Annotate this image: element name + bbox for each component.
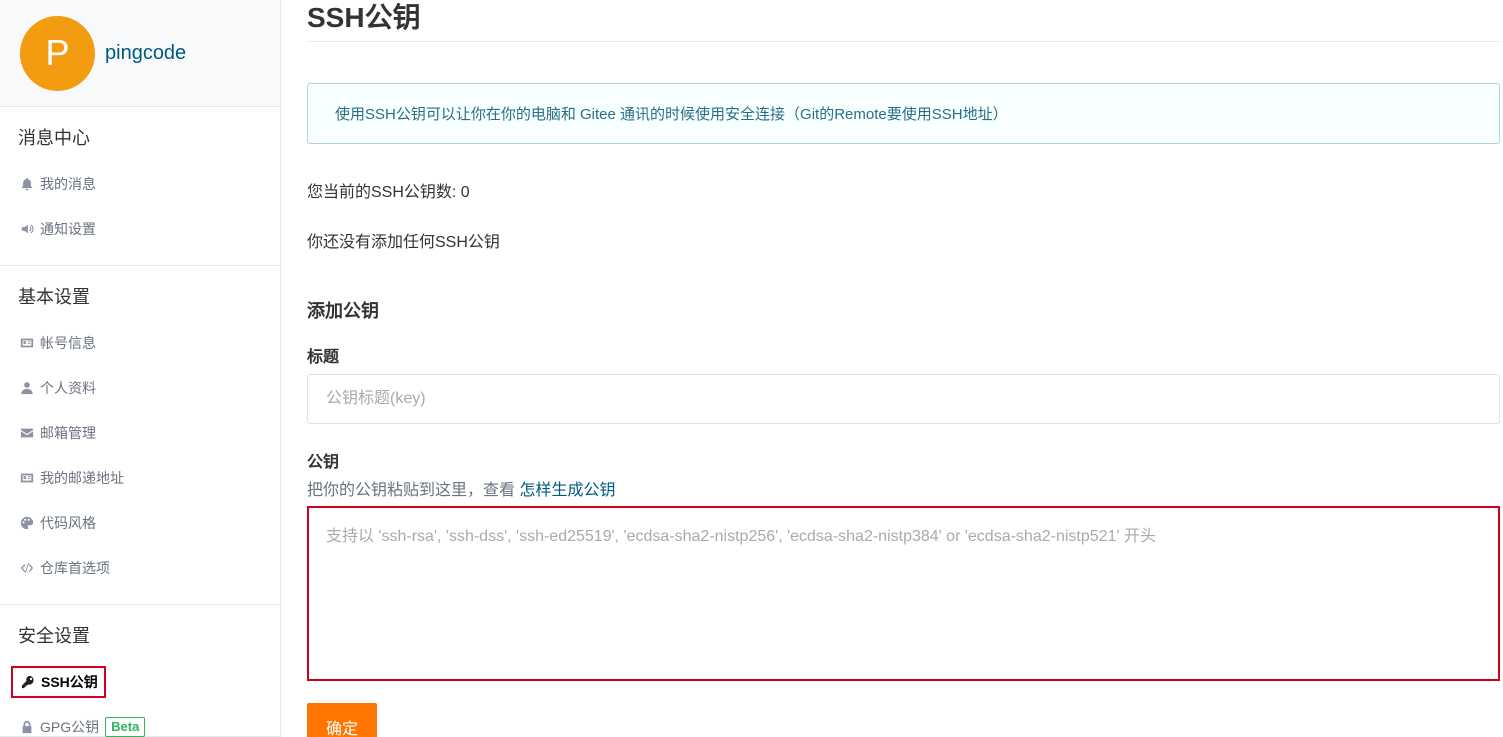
sidebar-item-code-style[interactable]: 代码风格 [0, 500, 280, 545]
section-basic-settings: 基本设置 帐号信息 个人资料 邮箱管理 我的邮递地址 代码风格 仓库首选项 [0, 266, 280, 605]
sidebar: P pingcode 消息中心 我的消息 通知设置 基本设置 帐号信息 个人资料… [0, 0, 281, 737]
sidebar-item-my-messages[interactable]: 我的消息 [0, 161, 280, 206]
section-security-settings: 安全设置 SSH公钥 GPG公钥 Beta [0, 605, 280, 737]
sidebar-item-label: 邮箱管理 [40, 424, 96, 441]
sidebar-item-gpg-keys[interactable]: GPG公钥 Beta [0, 704, 280, 737]
page-title: SSH公钥 [307, 0, 1500, 42]
sidebar-item-ssh-keys[interactable]: SSH公钥 [0, 659, 280, 704]
confirm-button[interactable]: 确定 [307, 703, 377, 737]
id-card-icon [18, 336, 36, 350]
bell-icon [18, 177, 36, 191]
sidebar-item-label: GPG公钥 [40, 718, 100, 735]
envelope-icon [18, 426, 36, 440]
profile-header: P pingcode [0, 0, 280, 107]
public-key-label: 公钥 [307, 454, 340, 471]
empty-state-text: 你还没有添加任何SSH公钥 [307, 234, 500, 251]
sidebar-item-label: 个人资料 [40, 379, 96, 396]
sidebar-item-label: 通知设置 [40, 220, 96, 237]
sidebar-item-label: 代码风格 [40, 514, 96, 531]
code-icon [18, 561, 36, 575]
active-highlight: SSH公钥 [11, 665, 106, 698]
section-title-security: 安全设置 [18, 626, 90, 646]
sidebar-item-label: 帐号信息 [40, 334, 96, 351]
sidebar-item-email[interactable]: 邮箱管理 [0, 410, 280, 455]
key-title-input[interactable] [307, 374, 1500, 424]
sidebar-item-address[interactable]: 我的邮递地址 [0, 455, 280, 500]
section-messages: 消息中心 我的消息 通知设置 [0, 107, 280, 266]
section-title-basic: 基本设置 [18, 287, 90, 307]
sidebar-item-notification-settings[interactable]: 通知设置 [0, 206, 280, 251]
key-icon [19, 675, 37, 689]
beta-badge: Beta [105, 716, 146, 737]
sidebar-item-label: SSH公钥 [41, 673, 98, 690]
sidebar-item-repo-preferences[interactable]: 仓库首选项 [0, 545, 280, 590]
ssh-key-count: 您当前的SSH公钥数: 0 [307, 184, 470, 201]
username-link[interactable]: pingcode [105, 42, 186, 65]
sidebar-item-label: 我的消息 [40, 175, 96, 192]
sidebar-item-label: 我的邮递地址 [40, 469, 124, 486]
public-key-hint: 把你的公钥粘贴到这里，查看 怎样生成公钥 [307, 476, 1500, 500]
speaker-icon [18, 222, 36, 236]
palette-icon [18, 516, 36, 530]
hint-text: 把你的公钥粘贴到这里，查看 [307, 482, 520, 499]
avatar[interactable]: P [20, 15, 95, 91]
sidebar-item-profile[interactable]: 个人资料 [0, 365, 280, 410]
lock-icon [18, 720, 36, 734]
how-to-generate-link[interactable]: 怎样生成公钥 [519, 482, 615, 499]
main-content: SSH公钥 使用SSH公钥可以让你在你的电脑和 Gitee 通讯的时候使用安全连… [307, 0, 1500, 737]
sidebar-item-account-info[interactable]: 帐号信息 [0, 320, 280, 365]
add-key-heading: 添加公钥 [307, 301, 379, 321]
user-icon [18, 381, 36, 395]
section-title-messages: 消息中心 [18, 128, 90, 148]
sidebar-item-label: 仓库首选项 [40, 559, 110, 576]
info-message: 使用SSH公钥可以让你在你的电脑和 Gitee 通讯的时候使用安全连接（Git的… [307, 83, 1500, 144]
title-label: 标题 [307, 349, 340, 366]
public-key-textarea[interactable] [307, 506, 1500, 681]
address-card-icon [18, 471, 36, 485]
